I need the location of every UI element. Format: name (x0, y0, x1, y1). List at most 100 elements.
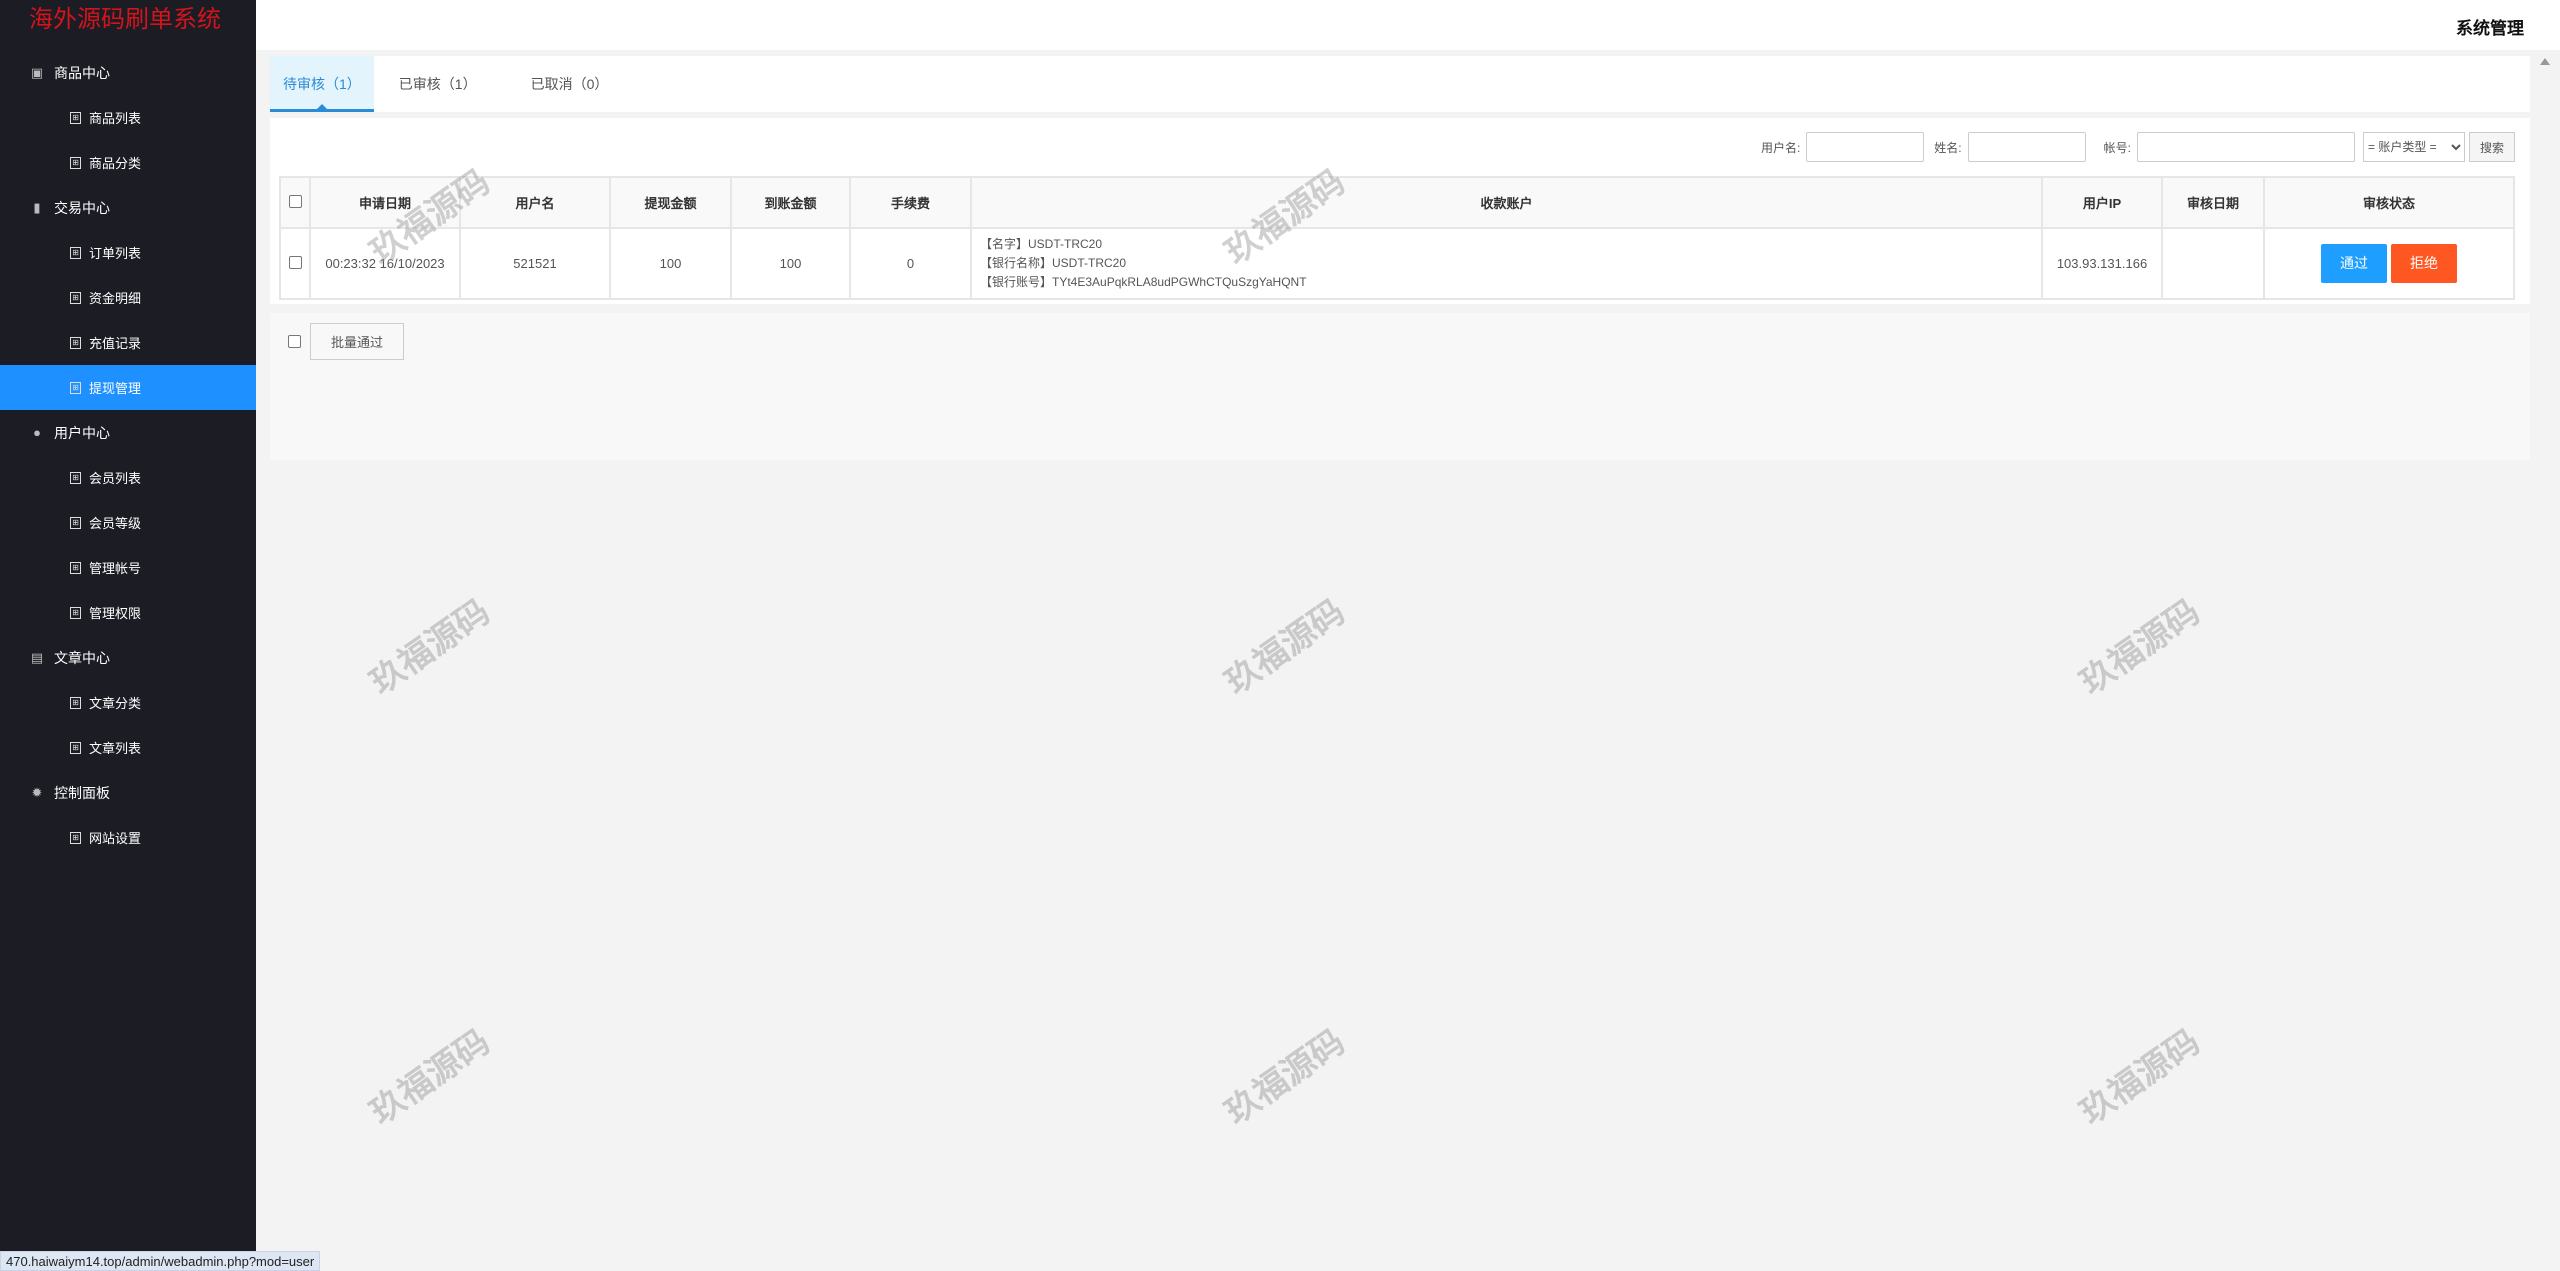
page-icon: ⊞ (70, 336, 81, 349)
select-all-checkbox[interactable] (288, 194, 302, 208)
page-icon: ⊞ (70, 246, 81, 259)
sidebar-item-label: 控制面板 (54, 784, 110, 801)
sidebar-item[interactable]: ⊞ 会员等级 (0, 500, 256, 545)
account-name: 【名字】USDT-TRC20 (980, 237, 1103, 251)
name-label: 姓名: (1934, 140, 1962, 155)
sidebar-item-label: 商品列表 (89, 111, 142, 126)
system-management-link[interactable]: 系统管理 (2456, 14, 2524, 39)
page-icon: ⊞ (70, 381, 81, 394)
sidebar-item-label: 文章分类 (89, 696, 142, 711)
sidebar: 海外源码刷单系统 ▣ 商品中心 ⊞ 商品列表 ⊞ 商品分类 ▮ 交易中心 ⊞ 订单列表 ⊞ 资金明细 ⊞… (0, 0, 256, 1271)
table-header-row: 申请日期 用户名 提现金额 到账金额 手续费 收款账户 用户IP 审核日期 审核… (279, 176, 2515, 229)
page-icon: ⊞ (70, 561, 81, 574)
reject-button[interactable]: 拒绝 (2391, 244, 2457, 283)
sidebar-item[interactable]: ▮ 交易中心 (0, 185, 256, 230)
sidebar-item[interactable]: ⊞ 资金明细 (0, 275, 256, 320)
sidebar-item[interactable]: ✹ 控制面板 (0, 770, 256, 815)
withdrawal-table: 申请日期 用户名 提现金额 到账金额 手续费 收款账户 用户IP 审核日期 审核… (279, 176, 2515, 300)
sidebar-item-label: 交易中心 (54, 199, 110, 216)
sidebar-item-label: 用户中心 (54, 424, 110, 441)
search-button[interactable]: 搜索 (2468, 132, 2515, 162)
top-bar: 系统管理 (256, 0, 2560, 50)
watermark: 玖福源码 (363, 592, 497, 702)
page-icon: ⊞ (70, 831, 81, 844)
username-input[interactable] (1806, 132, 1925, 162)
col-header: 提现金额 (609, 176, 732, 229)
sidebar-item[interactable]: ⊞ 管理帐号 (0, 545, 256, 590)
document-icon: ▤ (30, 649, 44, 665)
username: 521521 (459, 227, 611, 300)
sidebar-item[interactable]: ▣ 商品中心 (0, 50, 256, 95)
account-label: 帐号: (2103, 140, 2131, 155)
review-date (2161, 227, 2265, 300)
page-icon: ⊞ (70, 156, 81, 169)
col-header: 申请日期 (309, 176, 461, 229)
fee: 0 (849, 227, 972, 300)
sidebar-item[interactable]: ⊞ 商品分类 (0, 140, 256, 185)
username-label: 用户名: (1760, 140, 1801, 155)
bank-name: 【银行名称】USDT-TRC20 (980, 256, 1127, 270)
tab-approved[interactable]: 已审核（1） (386, 56, 490, 112)
search-form: 用户名: 姓名: 帐号: = 账户类型 = 搜索 (1751, 132, 2515, 162)
user-ip: 103.93.131.166 (2041, 227, 2163, 300)
sidebar-item-label: 文章中心 (54, 649, 110, 666)
bank-account: 【银行账号】TYt4E3AuPqkRLA8udPGWhCTQuSzgYaHQNT (980, 275, 1307, 289)
watermark: 玖福源码 (1218, 1022, 1352, 1132)
sidebar-item[interactable]: ▤ 文章中心 (0, 635, 256, 680)
sidebar-item[interactable]: ⊞ 网站设置 (0, 815, 256, 860)
col-header: 用户IP (2041, 176, 2163, 229)
bag-icon: ▣ (30, 64, 44, 80)
table-row: 00:23:32 16/10/2023 521521 100 100 0 【名字… (279, 227, 2515, 300)
row-checkbox[interactable] (288, 255, 302, 269)
sidebar-item[interactable]: ⊞ 文章列表 (0, 725, 256, 770)
withdrawal-panel: 用户名: 姓名: 帐号: = 账户类型 = 搜索 申请日期 用户名 提现金额 到… (270, 118, 2530, 304)
gear-icon: ✹ (31, 784, 43, 800)
received-amount: 100 (730, 227, 851, 300)
account-type-select[interactable]: = 账户类型 = (2362, 132, 2465, 162)
col-header: 手续费 (849, 176, 972, 229)
watermark: 玖福源码 (363, 1022, 497, 1132)
sidebar-item-label: 资金明细 (89, 291, 142, 306)
tab-pending[interactable]: 待审核（1） (270, 56, 374, 112)
scroll-up-arrow-icon[interactable] (2540, 58, 2550, 65)
col-header: 收款账户 (970, 176, 2043, 229)
page-icon: ⊞ (70, 606, 81, 619)
sidebar-nav: ▣ 商品中心 ⊞ 商品列表 ⊞ 商品分类 ▮ 交易中心 ⊞ 订单列表 ⊞ 资金明细 ⊞ 充值记录 ⊞ 提现管理… (0, 50, 256, 860)
sidebar-item-label: 商品分类 (89, 156, 142, 171)
page-icon: ⊞ (70, 741, 81, 754)
batch-actions: 批量通过 (270, 313, 2530, 460)
withdraw-amount: 100 (609, 227, 732, 300)
page-icon: ⊞ (70, 111, 81, 124)
sidebar-item-label: 网站设置 (89, 831, 142, 846)
sidebar-item[interactable]: ⊞ 会员列表 (0, 455, 256, 500)
page-icon: ⊞ (70, 471, 81, 484)
sidebar-item[interactable]: ⊞ 管理权限 (0, 590, 256, 635)
watermark: 玖福源码 (2073, 1022, 2207, 1132)
status-bar-url: 470.haiwaiym14.top/admin/webadmin.php?mo… (0, 1251, 321, 1271)
approve-button[interactable]: 通过 (2321, 244, 2387, 283)
sidebar-item[interactable]: ● 用户中心 (0, 410, 256, 455)
bar-chart-icon: ▮ (33, 199, 41, 215)
account-input[interactable] (2136, 132, 2355, 162)
tab-cancelled[interactable]: 已取消（0） (518, 56, 622, 112)
batch-select-checkbox[interactable] (288, 335, 301, 348)
sidebar-item[interactable]: ⊞ 订单列表 (0, 230, 256, 275)
page-icon: ⊞ (70, 696, 81, 709)
app-logo-title: 海外源码刷单系统 (29, 6, 221, 33)
col-header: 审核状态 (2263, 176, 2515, 229)
watermark: 玖福源码 (2073, 592, 2207, 702)
sidebar-item[interactable]: ⊞ 商品列表 (0, 95, 256, 140)
sidebar-item[interactable]: ⊞ 充值记录 (0, 320, 256, 365)
batch-approve-button[interactable]: 批量通过 (310, 323, 404, 360)
sidebar-item-label: 充值记录 (89, 336, 142, 351)
sidebar-item[interactable]: ⊞ 文章分类 (0, 680, 256, 725)
sidebar-item[interactable]: ⊞ 提现管理 (0, 365, 256, 410)
payee-account: 【名字】USDT-TRC20 【银行名称】USDT-TRC20 【银行账号】TY… (970, 227, 2043, 300)
page-icon: ⊞ (70, 516, 81, 529)
sidebar-item-label: 会员等级 (89, 516, 142, 531)
review-actions: 通过 拒绝 (2263, 227, 2515, 300)
scrollbar[interactable] (2530, 50, 2560, 1271)
sidebar-item-label: 商品中心 (54, 64, 110, 81)
name-input[interactable] (1967, 132, 2086, 162)
sidebar-item-label: 管理帐号 (89, 561, 142, 576)
